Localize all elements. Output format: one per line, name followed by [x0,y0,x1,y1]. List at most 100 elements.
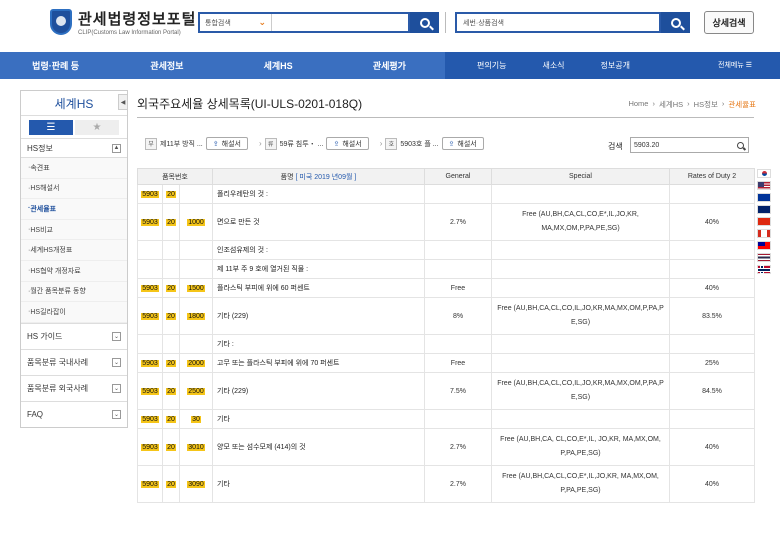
kr-flag-icon[interactable] [757,169,771,178]
nav-customs-info[interactable]: 관세정보 [111,52,222,79]
sidebar-collapse-button[interactable]: ◀ [118,94,128,110]
detail-search-button[interactable]: 상세검색 [704,11,754,34]
cell-special-rate [491,184,670,204]
hs-code-search-input[interactable]: 5903.20 [630,137,749,153]
cell-item-name: 면으로 만든 것 [212,203,425,241]
sidebar-item-tariff-table[interactable]: · 관세율표 [21,199,127,220]
chapter-explanatory-button[interactable]: ⇪ 해설서 [326,137,369,150]
heading-explanatory-button[interactable]: ⇪ 해설서 [441,137,484,150]
collapse-icon[interactable]: ▲ [112,143,121,153]
page-title: 외국주요세율 상세목록(UI-ULS-0201-018Q) [137,97,363,111]
sidebar-group-hs-guide[interactable]: HS 가이드 ⌄ [21,322,127,349]
cell-item-name: 제 11부 주 9 호에 열거된 직물 : [212,259,425,279]
tw-flag-icon[interactable] [757,241,771,250]
section-explanatory-button[interactable]: ⇪ 해설서 [205,137,248,150]
search-type-select[interactable]: 통합검색 ⌄ [200,14,272,31]
sidebar: 세계HS ☰ ★ HS정보 ▲ · 속견표 · HS해설서 · 관세율표 · H… [20,90,128,428]
sidebar-item-label: HS비교 [30,226,53,234]
cn-flag-icon[interactable] [757,217,771,226]
breadcrumb-separator: › [687,99,690,108]
expand-icon[interactable]: ⌄ [112,383,121,393]
au-flag-icon[interactable] [757,205,771,214]
cell-code-heading: 5903 [137,353,163,373]
sidebar-item-monthly-trend[interactable]: · 월간 품목분류 동향 [21,281,127,303]
favorite-star-icon[interactable]: ★ [75,119,119,135]
cell-code-detail: 1000 [179,203,213,241]
cell-item-name: 기타 [212,465,425,503]
cell-general-rate [424,240,492,260]
cell-rates-duty-2 [669,259,755,279]
cell-item-name: 기타 (229) [212,297,425,335]
table-row: 제 11부 주 9 호에 열거된 직물 : [137,259,755,279]
breadcrumb-world-hs[interactable]: 세계HS [659,99,683,110]
cell-code-sub-text: 20 [166,190,176,198]
hs-search-input[interactable]: 세번·상품검색 [455,12,661,33]
section-select[interactable]: 제11부 방직 ... [160,139,203,149]
cell-code-heading-text: 5903 [141,218,159,226]
th-flag-icon[interactable] [757,253,771,262]
logo[interactable]: 관세법령정보포털 CLIP(Customs Law Information Po… [50,8,196,36]
all-menu-button[interactable]: 전체메뉴 ☰ [718,60,752,70]
sidebar-item-label: HS해설서 [30,185,60,193]
sidebar-section-hs-info[interactable]: HS정보 ▲ [21,139,127,158]
sidebar-item-hs-explanatory[interactable]: · HS해설서 [21,178,127,200]
table-row: 5903 20 폴리우레탄의 것 : [137,184,755,204]
expand-icon[interactable]: ⌄ [112,331,121,341]
cell-code-sub-text: 20 [166,284,176,292]
table-row: 5903 20 3010 양모 또는 섬수모제 (414)의 것 2.7% Free (A… [137,428,755,466]
search-icon [737,141,744,149]
nav-laws[interactable]: 법령·판례 등 [0,52,111,79]
cell-code-detail: 30 [179,409,213,429]
nav-customs-valuation[interactable]: 관세평가 [334,52,445,79]
table-row: 5903 20 3090 기타 2.7% Free (AU,BH,CA,CL,CO,E*,… [137,465,755,503]
nav-news[interactable]: 새소식 [524,60,582,71]
no-flag-icon[interactable] [757,265,771,274]
cell-code-sub-text: 20 [166,443,176,451]
breadcrumb-hs-info[interactable]: HS정보 [694,99,718,110]
col-header-code: 품목번호 [137,168,213,185]
col-header-name: 품명 [ 미국 2019 년09월 ] [212,168,425,185]
sidebar-group-foreign-cases[interactable]: 품목분류 외국사례 ⌄ [21,374,127,401]
upload-icon: ⇪ [333,140,340,148]
nav-world-hs[interactable]: 세계HS [223,52,334,79]
sidebar-group-domestic-cases[interactable]: 품목분류 국내사례 ⌄ [21,348,127,375]
cell-rates-duty-2 [669,184,755,204]
sidebar-item-world-hs-revision[interactable]: · 세계HS개정표 [21,240,127,261]
nav-info-disclosure[interactable]: 정보공개 [583,60,648,71]
expand-icon[interactable]: ⌄ [112,357,121,367]
eu-flag-icon[interactable] [757,193,771,202]
sidebar-item-label: HS길라잡이 [30,308,66,316]
heading-badge: 호 [385,137,398,150]
ca-flag-icon[interactable] [757,229,771,238]
cell-code-detail: 1800 [179,297,213,335]
chapter-select[interactable]: 59류 침투・ ... [280,139,324,149]
list-view-icon[interactable]: ☰ [29,119,73,135]
chevron-right-icon: › [258,139,262,148]
cell-code-sub: 20 [162,428,180,466]
cell-code-detail-text: 3090 [187,480,205,488]
sidebar-item-hs-convention[interactable]: · HS협약 개정자료 [21,260,127,282]
filter-bar: 부 제11부 방직 ... ⇪ 해설서 › 류 59류 침투・ ... ⇪ 해설서 … [145,137,492,150]
hs-code-search-button[interactable] [734,139,747,151]
expand-icon[interactable]: ⌄ [112,409,121,419]
cell-code-detail [179,240,213,260]
hs-search-button[interactable] [661,12,690,33]
sidebar-group-label: 품목분류 외국사례 [27,383,89,393]
cell-code-detail-text: 2000 [187,359,205,367]
breadcrumb-home[interactable]: Home [628,99,648,110]
integrated-search-input[interactable] [272,14,408,31]
sidebar-item-hs-guide[interactable]: · HS길라잡이 [21,302,127,323]
integrated-search-button[interactable] [410,12,439,33]
heading-select[interactable]: 5903호 플 ... [400,139,438,149]
cell-rates-duty-2: 25% [669,353,755,373]
us-flag-icon[interactable] [757,181,771,190]
sidebar-item-hs-compare[interactable]: · HS비교 [21,219,127,241]
nav-convenience[interactable]: 편의기능 [445,60,524,71]
cell-code-detail-text: 3010 [187,443,205,451]
sidebar-group-faq[interactable]: FAQ ⌄ [21,400,127,427]
sidebar-item-quick-table[interactable]: · 속견표 [21,158,127,179]
cell-code-sub-text: 20 [166,387,176,395]
cell-code-detail-text: 1500 [187,284,205,292]
cell-special-rate: Free (AU,BH,CA,CL,CO,E*,IL,JO,KR, MA,MX,… [491,203,670,241]
table-row: 5903 20 1500 플라스틱 부피에 위에 60 퍼센트 Free 40% [137,278,755,298]
